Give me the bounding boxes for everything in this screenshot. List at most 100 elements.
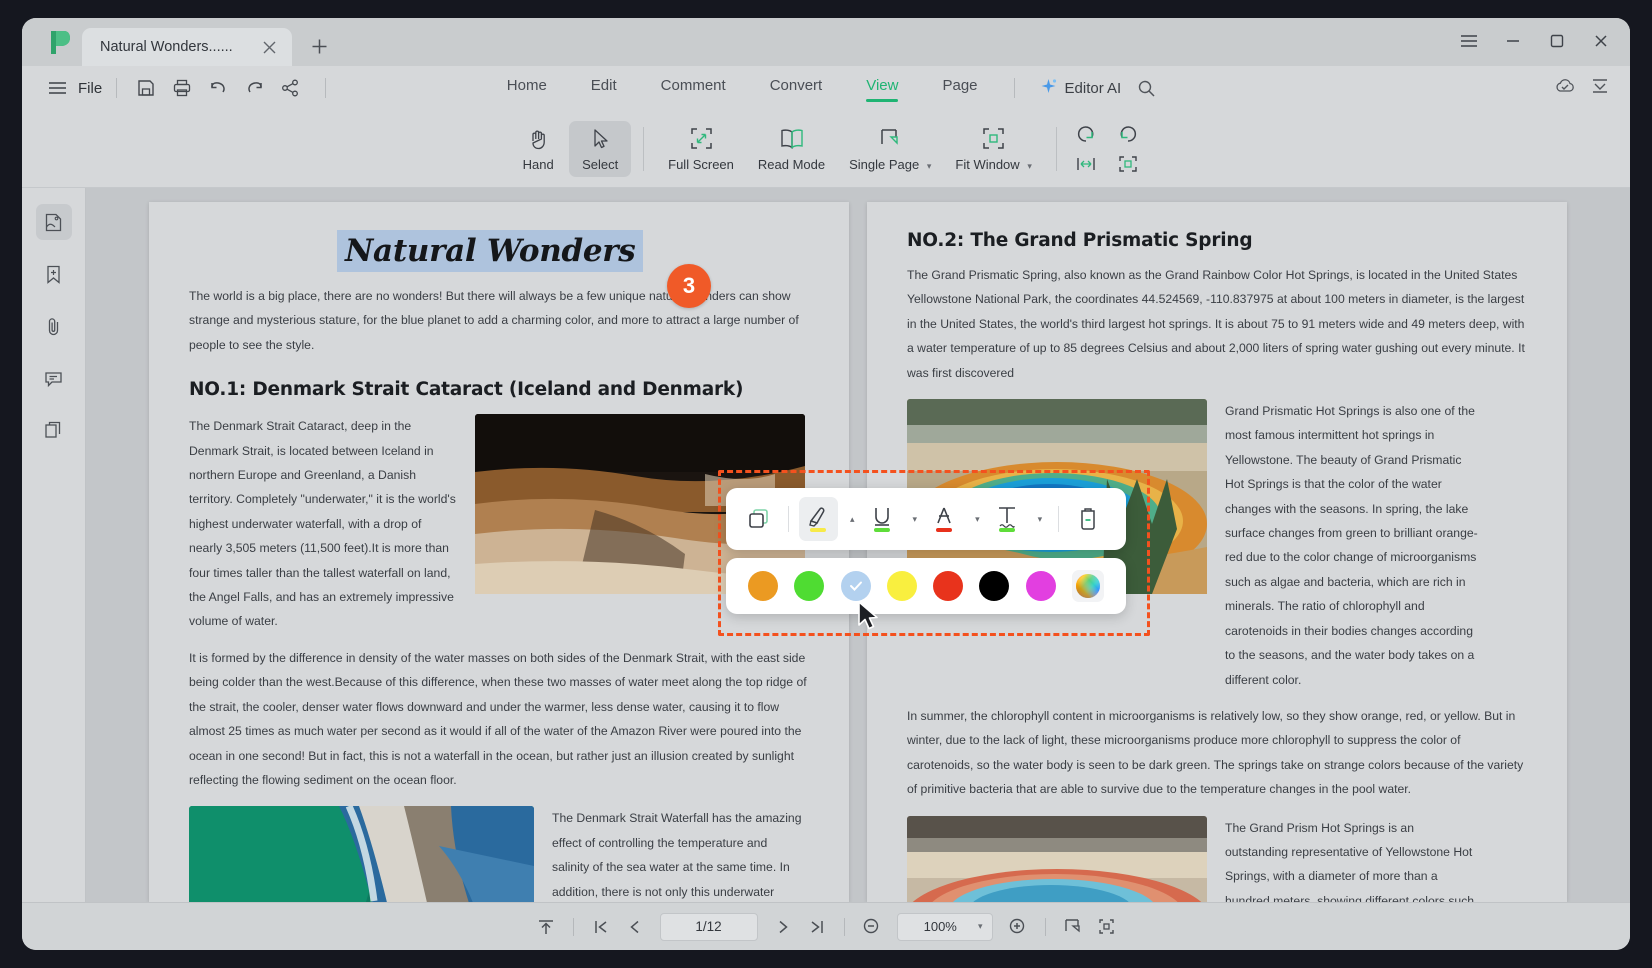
editor-ai-button[interactable]: Editor AI	[1029, 77, 1132, 100]
sidebar-item-comments[interactable]	[36, 360, 72, 396]
document-page-left[interactable]: Natural Wonders 3 The world is a big pla…	[149, 202, 849, 902]
ocean-coast-image	[189, 806, 534, 902]
view-ribbon: Hand Select Full Screen Read Mode Single…	[22, 110, 1630, 188]
zoom-level-select[interactable]: 100% ▾	[896, 912, 993, 941]
read-mode-button[interactable]: Read Mode	[746, 121, 837, 177]
full-screen-icon	[689, 126, 714, 152]
tab-title: Natural Wonders......	[100, 39, 233, 55]
section1-heading: NO.1: Denmark Strait Cataract (Iceland a…	[189, 379, 744, 401]
highlight-icon[interactable]	[799, 497, 838, 541]
single-page-button[interactable]: Single Page ▾	[837, 121, 943, 177]
strikethrough-icon[interactable]	[925, 497, 963, 541]
fit-page-icon[interactable]	[1111, 151, 1145, 177]
section2-paragraph3: The Grand Prism Hot Springs is an outsta…	[1225, 820, 1475, 902]
full-screen-button[interactable]: Full Screen	[656, 121, 746, 177]
fit-width-icon[interactable]	[1069, 151, 1103, 177]
redo-icon[interactable]	[239, 73, 269, 103]
sidebar-item-thumbnails[interactable]	[35, 204, 72, 240]
copy-icon[interactable]	[740, 497, 778, 541]
delete-trash-icon[interactable]	[1069, 497, 1107, 541]
zoom-in-icon[interactable]	[1001, 912, 1035, 942]
new-tab-button[interactable]	[304, 31, 334, 61]
cloud-check-icon[interactable]	[1554, 77, 1576, 100]
first-page-icon[interactable]	[584, 912, 618, 942]
divider	[325, 78, 327, 98]
highlight-caret[interactable]: ▴	[840, 497, 861, 541]
rotate-right-icon[interactable]	[1111, 121, 1145, 147]
maximize-icon[interactable]	[1536, 24, 1578, 58]
squiggly-caret[interactable]: ▾	[1028, 497, 1049, 541]
next-page-icon[interactable]	[766, 912, 800, 942]
divider	[788, 506, 789, 532]
search-icon[interactable]	[1131, 73, 1161, 103]
minimize-icon[interactable]	[1492, 24, 1534, 58]
divider	[116, 78, 118, 98]
save-icon[interactable]	[131, 73, 161, 103]
color-swatch-green[interactable]	[794, 571, 825, 601]
menu-right-icons	[1554, 77, 1610, 100]
squiggly-underline-icon[interactable]	[988, 497, 1026, 541]
color-swatch-red[interactable]	[933, 571, 964, 601]
sidebar-item-bookmarks[interactable]	[36, 256, 72, 292]
section2-paragraph2: In summer, the chlorophyll content in mi…	[907, 708, 1524, 797]
page-indicator[interactable]: 1/12	[659, 912, 758, 941]
tab-view[interactable]: View	[844, 73, 920, 104]
status-badge: 3	[667, 264, 711, 308]
fit-width-icon[interactable]	[1056, 912, 1090, 942]
pages-container[interactable]: Natural Wonders 3 The world is a big pla…	[86, 188, 1630, 902]
tab-page[interactable]: Page	[920, 73, 999, 104]
hamburger-icon[interactable]	[48, 81, 67, 95]
select-tool-button[interactable]: Select	[569, 120, 632, 177]
color-swatch-orange[interactable]	[748, 571, 779, 601]
sidebar-item-attachments[interactable]	[36, 308, 72, 344]
tab-home[interactable]: Home	[485, 73, 569, 104]
undo-icon[interactable]	[203, 73, 233, 103]
desktop-background: Natural Wonders...... File Home Edit Com…	[0, 0, 1652, 968]
section1-paragraph2: It is formed by the difference in densit…	[189, 650, 807, 787]
menu-bar: File Home Edit Comment Convert View Page	[22, 66, 1630, 110]
rotate-group	[1069, 121, 1145, 177]
color-wheel-picker-icon[interactable]	[1071, 570, 1104, 602]
underline-icon[interactable]	[863, 497, 901, 541]
color-swatch-black[interactable]	[979, 571, 1010, 601]
color-swatch-yellow[interactable]	[886, 571, 917, 601]
scroll-to-top-icon[interactable]	[529, 912, 563, 942]
annotation-toolbar: ▴ ▾ ▾ ▾	[726, 488, 1126, 550]
last-page-icon[interactable]	[800, 912, 834, 942]
hand-tool-button[interactable]: Hand	[507, 121, 569, 177]
file-menu-button[interactable]: File	[78, 80, 102, 97]
document-page-right[interactable]: NO.2: The Grand Prismatic Spring The Gra…	[867, 202, 1567, 902]
window-close-icon[interactable]	[1580, 24, 1622, 58]
section1-row: The Denmark Strait Cataract, deep in the…	[189, 414, 809, 634]
zoom-out-icon[interactable]	[855, 912, 889, 942]
section2-right-text: Grand Prismatic Hot Springs is also one …	[1225, 404, 1478, 687]
print-icon[interactable]	[167, 73, 197, 103]
divider	[572, 917, 574, 936]
editor-ai-label: Editor AI	[1064, 79, 1122, 97]
underline-caret[interactable]: ▾	[903, 497, 924, 541]
strikethrough-caret[interactable]: ▾	[965, 497, 986, 541]
rotate-left-icon[interactable]	[1069, 121, 1103, 147]
fit-page-icon[interactable]	[1090, 912, 1124, 942]
color-swatch-magenta[interactable]	[1025, 571, 1056, 601]
color-swatch-light-blue[interactable]	[840, 571, 871, 601]
close-icon[interactable]	[258, 36, 280, 58]
application-window: Natural Wonders...... File Home Edit Com…	[22, 18, 1630, 950]
sidebar-item-layers[interactable]	[36, 412, 72, 448]
section2-heading: NO.2: The Grand Prismatic Spring	[907, 230, 1253, 251]
tab-edit[interactable]: Edit	[569, 73, 639, 104]
chevron-down-icon: ▾	[977, 921, 983, 931]
tab-convert[interactable]: Convert	[748, 73, 845, 104]
read-mode-label: Read Mode	[757, 156, 826, 172]
divider	[643, 126, 645, 171]
share-icon[interactable]	[275, 73, 305, 103]
section2-paragraph1: The Grand Prismatic Spring, also known a…	[907, 268, 1525, 380]
fit-window-icon	[981, 126, 1006, 152]
document-tab[interactable]: Natural Wonders......	[82, 28, 292, 66]
tab-comment[interactable]: Comment	[639, 73, 748, 104]
collapse-ribbon-icon[interactable]	[1590, 77, 1610, 100]
document-body: Natural Wonders 3 The world is a big pla…	[22, 188, 1630, 902]
hamburger-menu-icon[interactable]	[1448, 24, 1490, 58]
fit-window-button[interactable]: Fit Window ▾	[943, 121, 1043, 177]
prev-page-icon[interactable]	[618, 912, 652, 942]
